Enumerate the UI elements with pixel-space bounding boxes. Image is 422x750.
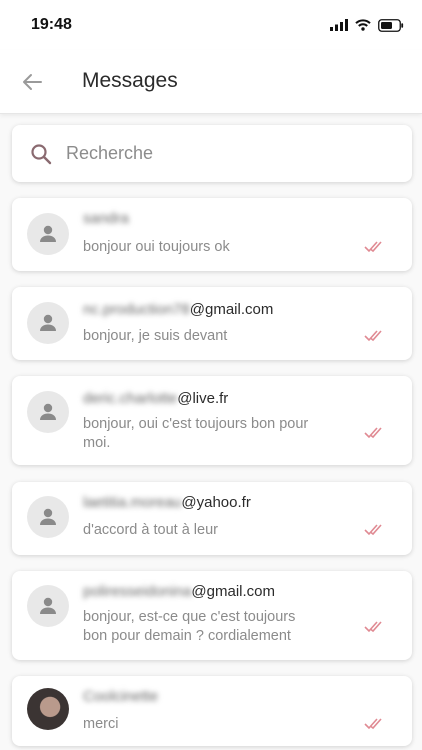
avatar [27, 585, 69, 627]
message-preview: bonjour, oui c'est toujours bon pour moi… [83, 415, 363, 453]
avatar [27, 302, 69, 344]
contact-email-domain: @gmail.com [189, 301, 274, 318]
avatar [27, 213, 69, 255]
message-preview: merci [83, 716, 119, 732]
contact-email-domain: @gmail.com [191, 583, 275, 600]
contact-name: nc.production78 @gmail.com [83, 301, 273, 318]
contact-email-domain: @live.fr [177, 390, 229, 407]
person-icon [40, 225, 56, 242]
person-icon [40, 597, 56, 614]
contact-name: deric.charlotte @live.fr [83, 390, 228, 407]
double-check-icon [364, 241, 382, 253]
obscured-name: deric.charlotte [83, 390, 178, 407]
double-check-icon [364, 524, 382, 536]
obscured-name: laetitia.moreau [83, 494, 182, 511]
conversation-item[interactable]: sandra bonjour oui toujours ok [12, 198, 412, 271]
conversation-item[interactable]: deric.charlotte @live.fr bonjour, oui c'e… [12, 376, 412, 465]
contact-name: sandra [83, 210, 129, 227]
obscured-name: poliresseidonina [83, 583, 192, 600]
contact-email-domain: @yahoo.fr [181, 494, 251, 511]
double-check-icon [364, 718, 382, 730]
message-preview: bonjour, je suis devant [83, 328, 228, 344]
message-preview: bonjour, est-ce que c'est toujours bon p… [83, 608, 363, 646]
contact-name: poliresseidonina @gmail.com [83, 583, 275, 600]
avatar [27, 391, 69, 433]
conversation-item[interactable]: Coolcinette merci [12, 676, 412, 746]
obscured-name: nc.production78 [83, 301, 190, 318]
message-preview: d'accord à tout à leur [83, 522, 218, 538]
avatar-photo [27, 688, 69, 730]
obscured-name: Coolcinette [83, 688, 159, 705]
message-preview-line: bon pour demain ? cordialement [83, 628, 291, 644]
conversation-list: sandra bonjour oui toujours ok nc.produc… [0, 0, 422, 750]
message-preview-line: bonjour, est-ce que c'est toujours [83, 609, 296, 625]
conversation-item[interactable]: poliresseidonina @gmail.com bonjour, est-… [12, 571, 412, 660]
avatar [27, 496, 69, 538]
conversation-item[interactable]: laetitia.moreau @yahoo.fr d'accord à tout… [12, 482, 412, 555]
person-icon [40, 314, 56, 331]
contact-name: laetitia.moreau @yahoo.fr [83, 494, 251, 511]
conversation-item[interactable]: nc.production78 @gmail.com bonjour, je su… [12, 287, 412, 360]
obscured-name: sandra [83, 210, 129, 227]
double-check-icon [364, 621, 382, 633]
message-preview-line: bonjour, oui c'est toujours bon pour [83, 416, 309, 432]
person-icon [40, 508, 56, 525]
message-preview-line: moi. [83, 435, 111, 451]
message-preview: bonjour oui toujours ok [83, 239, 230, 255]
double-check-icon [364, 427, 382, 439]
contact-name: Coolcinette [83, 688, 158, 705]
person-icon [40, 403, 56, 420]
double-check-icon [364, 330, 382, 342]
